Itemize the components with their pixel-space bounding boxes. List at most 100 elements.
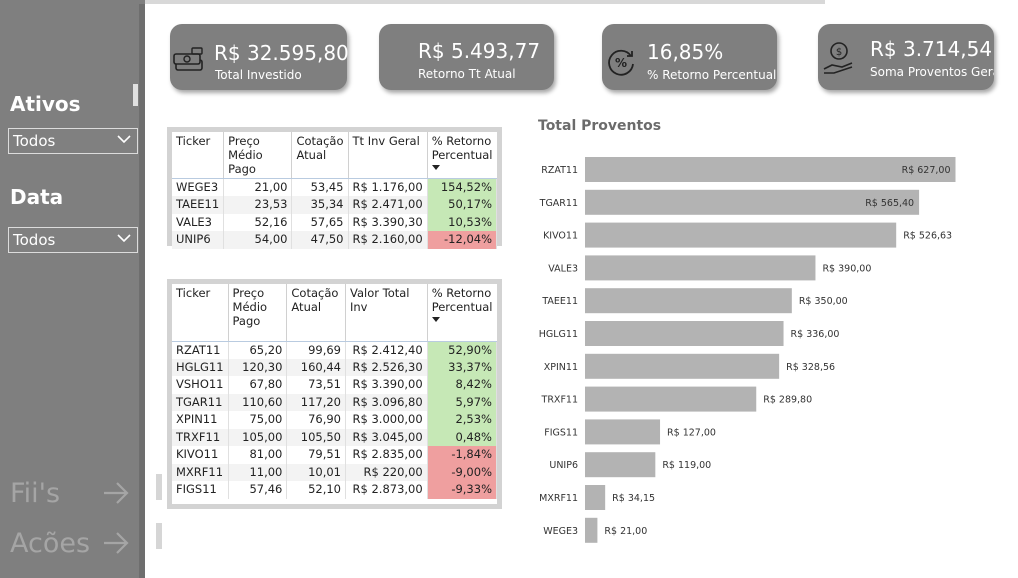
bar-wege3[interactable] [585,517,598,543]
bar-taee11[interactable] [585,288,792,314]
return-percent-cell: -9,00% [427,463,498,481]
column-header[interactable]: Cotação Atual [291,132,349,179]
table-row[interactable]: TGAR11 110,60 117,20 R$ 3.096,80 5,97% [172,393,498,411]
category-label: TGAR11 [539,198,578,209]
filter-label-data: Data [10,185,64,209]
kpi-value-retorno-percentual: 16,85% [647,40,724,64]
table-row[interactable]: HGLG11 120,30 160,44 R$ 2.526,30 33,37% [172,358,498,376]
ticker-cell: TAEE11 [172,196,225,214]
table-cell: 110,60 [228,393,288,411]
column-header[interactable]: Cotação Atual [286,284,346,342]
table-cell: 52,16 [223,213,293,231]
return-percent-cell: 8,42% [427,376,498,394]
table-cell: 105,00 [228,428,288,446]
category-label: XPIN11 [544,362,578,373]
data-label: R$ 119,00 [662,460,711,471]
data-label: R$ 390,00 [822,263,871,274]
return-percent-cell: -12,04% [427,231,498,249]
bar-kivo11[interactable] [585,222,897,248]
data-label: R$ 34,15 [612,493,655,504]
bar-xpin11[interactable] [585,353,780,379]
bar-unip6[interactable] [585,452,656,478]
data-dropdown[interactable]: Todos [8,227,138,253]
ticker-cell: MXRF11 [172,463,229,481]
column-header-sorted[interactable]: % Retorno Percentual [427,284,497,342]
table-cell: 81,00 [228,446,288,464]
table-row[interactable]: KIVO11 81,00 79,51 R$ 2.835,00 -1,84% [172,446,498,464]
bar-mxrf11[interactable] [585,485,606,510]
total-proventos-bar-chart[interactable]: RZAT11 R$ 627,00 TGAR11 R$ 565,40 KIVO11 R$ 5… [530,150,1000,550]
ticker-cell: VSHO11 [172,376,229,394]
table-row[interactable]: RZAT11 65,20 99,69 R$ 2.412,40 52,90% [172,341,498,359]
table-cell: 53,45 [291,178,349,196]
table-cell: R$ 2.471,00 [348,196,428,214]
column-header[interactable]: Preço Médio Pago [228,284,288,342]
data-label: R$ 127,00 [667,427,716,438]
category-label: KIVO11 [543,231,578,242]
arrow-right-icon[interactable] [102,529,130,557]
column-header[interactable]: Ticker [172,284,229,342]
bar-rzat11[interactable] [585,157,956,182]
bar-hglg11[interactable] [585,321,784,346]
bar-trxf11[interactable] [585,386,757,412]
ticker-cell: RZAT11 [172,341,229,359]
kpi-value-retorno-tt-atual: R$ 5.493,77 [418,39,541,63]
table-row[interactable]: XPIN11 75,00 76,90 R$ 3.000,00 2,53% [172,411,498,429]
ticker-cell: KIVO11 [172,446,229,464]
return-percent-cell: 50,17% [427,196,498,214]
column-header[interactable]: Ticker [172,132,225,179]
ticker-cell: HGLG11 [172,358,229,376]
ticker-cell: FIGS11 [172,481,229,499]
bar-figs11[interactable] [585,419,661,445]
table-row[interactable]: TRXF11 105,00 105,50 R$ 3.045,00 0,48% [172,428,498,446]
table-cell: R$ 3.000,00 [345,411,428,429]
ativos-dropdown[interactable]: Todos [8,128,138,154]
kpi-label-total-investido: Total Investido [215,68,302,82]
data-label: R$ 328,56 [786,362,835,373]
table-row[interactable]: MXRF11 11,00 10,01 R$ 220,00 -9,00% [172,463,498,481]
kpi-card-retorno-percentual: % 16,85% % Retorno Percentual [602,24,777,90]
table-cell: 73,51 [286,376,346,394]
data-label: R$ 526,63 [903,231,952,242]
table-cell: 57,65 [291,213,349,231]
column-header-label: % Retorno Percentual [431,286,493,314]
table-cell: R$ 2.835,00 [345,446,428,464]
table-cell: 65,20 [228,341,288,359]
table-row[interactable]: VSHO11 67,80 73,51 R$ 3.390,00 8,42% [172,376,498,394]
column-header[interactable]: Tt Inv Geral [348,132,428,179]
nav-link-acoes[interactable]: Acões [10,528,90,559]
table-cell: 117,20 [286,393,346,411]
nav-link-fiis[interactable]: Fii's [10,478,60,509]
table-acoes[interactable]: Ticker Preço Médio Pago Cotação Atual Tt… [167,127,502,249]
table-cell: 11,00 [228,463,288,481]
category-label: WEGE3 [543,526,578,537]
table-cell: R$ 220,00 [345,463,428,481]
table-row[interactable]: UNIP6 54,00 47,50 R$ 2.160,00 -12,04% [172,231,498,249]
filter-scroll-indicator[interactable] [133,84,138,106]
table-cell: 76,90 [286,411,346,429]
table-cell: 120,30 [228,358,288,376]
sidebar: Ativos Todos Data Todos Fii's Acões [0,0,145,578]
data-label: R$ 627,00 [902,165,951,176]
table-row[interactable]: VALE3 52,16 57,65 R$ 3.390,30 10,53% [172,213,498,231]
nav-indicator-fiis [156,474,162,500]
column-header-sorted[interactable]: % Retorno Percentual [427,132,497,179]
arrow-right-icon[interactable] [102,479,130,507]
return-percent-cell: 154,52% [427,178,498,196]
table-fiis[interactable]: Ticker Preço Médio Pago Cotação Atual Va… [167,279,502,509]
category-label: TRXF11 [541,395,578,406]
table-row[interactable]: TAEE11 23,53 35,34 R$ 2.471,00 50,17% [172,196,498,214]
bar-vale3[interactable] [585,255,816,281]
return-percent-cell: 0,48% [427,428,498,446]
table-cell: 52,10 [286,481,346,499]
money-stack-icon [173,47,203,71]
column-header[interactable]: Valor Total Inv [345,284,428,342]
column-header[interactable]: Preço Médio Pago [223,132,293,179]
category-label: RZAT11 [541,165,578,176]
top-progress-line [145,0,825,4]
table-row[interactable]: WEGE3 21,00 53,45 R$ 1.176,00 154,52% [172,178,498,196]
table-cell: R$ 3.390,00 [345,376,428,394]
kpi-card-retorno-tt-atual: R$ 5.493,77 Retorno Tt Atual [379,24,554,90]
data-label: R$ 21,00 [604,526,647,537]
table-row[interactable]: FIGS11 57,46 52,10 R$ 2.873,00 -9,33% [172,481,498,499]
